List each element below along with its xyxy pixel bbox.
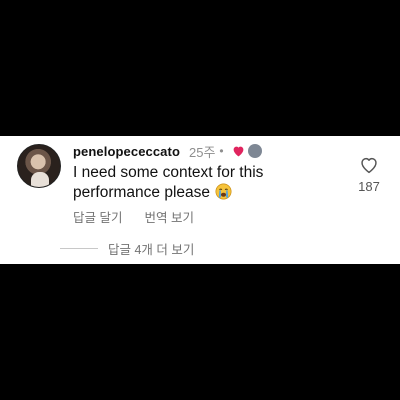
view-replies-label: 답글 4개 더 보기	[108, 243, 195, 257]
crying-face-icon	[215, 183, 232, 199]
view-replies-button[interactable]: 답글 4개 더 보기	[60, 239, 194, 258]
separator-dot: •	[219, 144, 224, 158]
comment-text: I need some context for this performance…	[73, 163, 318, 202]
like-count: 187	[358, 179, 380, 194]
comment-header: penelopececcato 25주 •	[73, 141, 262, 161]
translate-button[interactable]: 번역 보기	[144, 207, 193, 226]
avatar[interactable]	[17, 144, 61, 188]
red-heart-icon	[233, 146, 243, 157]
comment-body: I need some context for this performance…	[73, 164, 264, 201]
heart-like-icon[interactable]	[359, 156, 379, 174]
username[interactable]: penelopececcato	[73, 144, 180, 159]
replies-divider	[60, 248, 98, 249]
reply-button[interactable]: 답글 달기	[73, 207, 122, 226]
timestamp: 25주	[189, 144, 216, 160]
gray-circle-icon	[247, 144, 262, 158]
comment-panel: penelopececcato 25주 • I need some contex…	[0, 136, 400, 264]
comment-actions: 답글 달기 번역 보기	[73, 207, 216, 226]
